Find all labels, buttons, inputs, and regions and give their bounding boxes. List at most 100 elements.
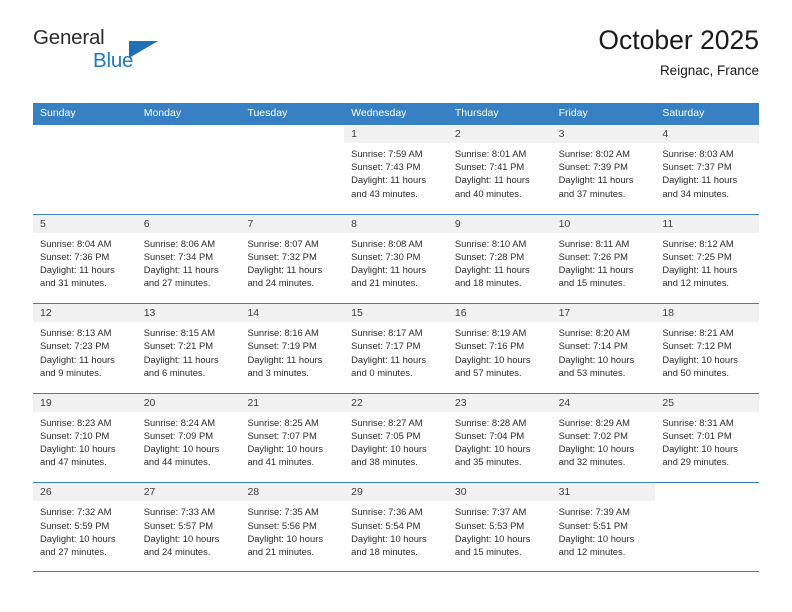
day-number: 22 — [344, 393, 448, 412]
day-info-line: Sunset: 7:23 PM — [40, 340, 110, 352]
day-info-line: Daylight: 10 hours — [454, 353, 531, 365]
calendar-day-cell[interactable]: 26 Sunrise: 7:32 AM Sunset: 5:59 PM Dayligh… — [33, 483, 137, 571]
calendar-day-cell[interactable]: 27 Sunrise: 7:33 AM Sunset: 5:57 PM Dayligh… — [136, 483, 241, 571]
calendar-day-cell[interactable]: 28 Sunrise: 7:35 AM Sunset: 5:56 PM Dayligh… — [240, 483, 345, 571]
day-info-line: and 44 minutes. — [143, 456, 211, 468]
day-info-line: Sunset: 5:57 PM — [143, 519, 214, 531]
calendar-day-cell[interactable]: 1 Sunrise: 7:59 AM Sunset: 7:43 PM Daylight… — [344, 125, 448, 214]
calendar-day-cell[interactable]: 12 Sunrise: 8:13 AM Sunset: 7:23 PM Dayligh… — [33, 304, 137, 393]
day-info-line: Sunrise: 7:33 AM — [143, 506, 216, 518]
day-info-line: Sunrise: 7:39 AM — [558, 506, 630, 518]
day-number: 26 — [33, 483, 137, 502]
day-sun-info: Sunrise: 7:39 AM Sunset: 5:51 PM Daylight:… — [552, 501, 656, 558]
day-info-line: Sunset: 7:25 PM — [662, 250, 732, 262]
day-info-line: and 0 minutes. — [351, 366, 413, 378]
calendar-day-cell[interactable]: 11 Sunrise: 8:12 AM Sunset: 7:25 PM Dayligh… — [655, 214, 760, 304]
calendar-day-cell-empty — [655, 483, 760, 571]
day-number: 31 — [551, 483, 656, 502]
day-info-line: Sunrise: 8:03 AM — [662, 148, 734, 159]
day-info-line: Sunrise: 8:16 AM — [247, 327, 319, 339]
calendar-day-cell[interactable]: 4 Sunrise: 8:03 AM Sunset: 7:37 PM Daylight… — [655, 125, 760, 214]
calendar-day-cell[interactable]: 3 Sunrise: 8:02 AM Sunset: 7:39 PM Daylight… — [551, 125, 656, 214]
calendar-day-cell[interactable]: 6 Sunrise: 8:06 AM Sunset: 7:34 PM Daylight… — [136, 214, 241, 304]
day-info-line: and 38 minutes. — [351, 456, 418, 468]
day-info-line: Sunrise: 8:08 AM — [351, 237, 423, 249]
calendar-day-cell[interactable]: 20 Sunrise: 8:24 AM Sunset: 7:09 PM Dayligh… — [136, 393, 241, 483]
calendar-day-cell[interactable]: 22 Sunrise: 8:27 AM Sunset: 7:05 PM Dayligh… — [344, 393, 448, 483]
calendar-day-cell[interactable]: 29 Sunrise: 7:36 AM Sunset: 5:54 PM Dayligh… — [344, 483, 448, 571]
day-info-line: and 41 minutes. — [247, 456, 315, 468]
day-info-line: Daylight: 10 hours — [662, 443, 738, 455]
day-info-line: Sunrise: 7:35 AM — [247, 506, 319, 518]
day-sun-info: Sunrise: 8:10 AM Sunset: 7:28 PM Daylight:… — [448, 233, 552, 290]
day-info-line: Sunset: 7:16 PM — [454, 340, 525, 352]
day-info-line: Sunset: 5:56 PM — [247, 519, 317, 531]
calendar-day-cell[interactable]: 13 Sunrise: 8:15 AM Sunset: 7:21 PM Dayligh… — [136, 304, 241, 393]
day-info-line: Daylight: 11 hours — [143, 353, 219, 365]
calendar-day-cell[interactable]: 23 Sunrise: 8:28 AM Sunset: 7:04 PM Dayligh… — [447, 393, 552, 483]
calendar-week-row: 1 Sunrise: 7:59 AM Sunset: 7:43 PM Daylight… — [33, 124, 760, 214]
calendar-day-cell[interactable]: 8 Sunrise: 8:08 AM Sunset: 7:30 PM Daylight… — [344, 214, 448, 304]
calendar-day-cell[interactable]: 31 Sunrise: 7:39 AM Sunset: 5:51 PM Dayligh… — [551, 483, 656, 571]
calendar-day-cell[interactable]: 19 Sunrise: 8:23 AM Sunset: 7:10 PM Dayligh… — [33, 393, 137, 483]
day-info-line: Daylight: 11 hours — [40, 264, 115, 275]
day-info-line: Daylight: 10 hours — [40, 443, 116, 455]
calendar-day-cell[interactable]: 2 Sunrise: 8:01 AM Sunset: 7:41 PM Daylight… — [447, 125, 552, 214]
day-sun-info: Sunrise: 8:23 AM Sunset: 7:10 PM Daylight:… — [33, 412, 137, 469]
calendar-day-cell[interactable]: 15 Sunrise: 8:17 AM Sunset: 7:17 PM Dayligh… — [344, 304, 448, 393]
calendar-weeks: 1 Sunrise: 7:59 AM Sunset: 7:43 PM Daylight… — [33, 124, 760, 572]
day-info-line: Daylight: 11 hours — [662, 174, 738, 186]
day-info-line: Daylight: 10 hours — [40, 532, 116, 544]
day-info-line: Daylight: 10 hours — [247, 443, 324, 455]
calendar-day-cell[interactable]: 18 Sunrise: 8:21 AM Sunset: 7:12 PM Dayligh… — [655, 304, 760, 393]
day-info-line: Sunset: 5:53 PM — [454, 519, 525, 531]
calendar-day-cell[interactable]: 17 Sunrise: 8:20 AM Sunset: 7:14 PM Dayligh… — [551, 304, 656, 393]
calendar-day-cell[interactable]: 5 Sunrise: 8:04 AM Sunset: 7:36 PM Daylight… — [33, 214, 137, 304]
day-info-line: Sunset: 7:19 PM — [247, 340, 317, 352]
day-info-line: and 57 minutes. — [454, 366, 522, 378]
day-sun-info: Sunrise: 8:24 AM Sunset: 7:09 PM Daylight:… — [137, 412, 241, 469]
weekday-header-tuesday: Tuesday — [247, 107, 288, 119]
day-info-line: Daylight: 10 hours — [351, 443, 427, 455]
day-info-line: Sunrise: 8:12 AM — [662, 237, 734, 249]
day-info-line: Sunrise: 7:36 AM — [351, 506, 423, 518]
day-sun-info: Sunrise: 8:29 AM Sunset: 7:02 PM Daylight:… — [552, 412, 656, 469]
day-sun-info: Sunrise: 7:33 AM Sunset: 5:57 PM Daylight:… — [137, 501, 241, 558]
calendar-day-cell[interactable]: 14 Sunrise: 8:16 AM Sunset: 7:19 PM Dayligh… — [240, 304, 345, 393]
logo-text-general: General — [33, 26, 105, 49]
calendar-day-cell[interactable]: 21 Sunrise: 8:25 AM Sunset: 7:07 PM Dayligh… — [240, 393, 345, 483]
calendar-day-cell[interactable]: 24 Sunrise: 8:29 AM Sunset: 7:02 PM Dayligh… — [551, 393, 656, 483]
day-info-line: Sunrise: 8:11 AM — [558, 237, 630, 249]
calendar-week-row: 26 Sunrise: 7:32 AM Sunset: 5:59 PM Dayligh… — [33, 482, 760, 572]
day-number: 13 — [136, 304, 241, 323]
day-info-line: Sunrise: 8:17 AM — [351, 327, 423, 339]
day-info-line: Sunrise: 7:59 AM — [351, 148, 423, 159]
day-sun-info: Sunrise: 8:15 AM Sunset: 7:21 PM Daylight:… — [137, 322, 241, 379]
day-info-line: Sunrise: 8:20 AM — [558, 327, 630, 339]
day-info-line: Sunrise: 8:21 AM — [662, 327, 734, 339]
day-sun-info: Sunrise: 8:16 AM Sunset: 7:19 PM Daylight:… — [240, 322, 344, 379]
day-number: 7 — [240, 214, 345, 233]
calendar-day-cell[interactable]: 10 Sunrise: 8:11 AM Sunset: 7:26 PM Dayligh… — [551, 214, 656, 304]
calendar-day-cell[interactable]: 30 Sunrise: 7:37 AM Sunset: 5:53 PM Dayligh… — [447, 483, 552, 571]
day-sun-info: Sunrise: 7:35 AM Sunset: 5:56 PM Daylight:… — [240, 501, 344, 558]
calendar-day-cell[interactable]: 16 Sunrise: 8:19 AM Sunset: 7:16 PM Dayligh… — [447, 304, 552, 393]
day-info-line: Sunrise: 8:06 AM — [143, 237, 216, 249]
day-sun-info: Sunrise: 8:31 AM Sunset: 7:01 PM Daylight:… — [655, 412, 759, 469]
day-info-line: and 9 minutes. — [40, 366, 102, 378]
day-number: 16 — [447, 304, 552, 323]
day-info-line: Sunset: 7:17 PM — [351, 340, 421, 352]
day-sun-info: Sunrise: 8:27 AM Sunset: 7:05 PM Daylight:… — [344, 412, 448, 469]
day-number: 1 — [344, 125, 448, 143]
day-number: 17 — [551, 304, 656, 323]
day-info-line: and 15 minutes. — [558, 277, 626, 289]
day-number: 19 — [33, 393, 137, 412]
day-info-line: Daylight: 10 hours — [662, 353, 738, 365]
calendar-day-cell[interactable]: 9 Sunrise: 8:10 AM Sunset: 7:28 PM Daylight… — [447, 214, 552, 304]
day-sun-info: Sunrise: 8:12 AM Sunset: 7:25 PM Daylight:… — [655, 233, 759, 290]
title-block: October 2025 Reignac, France — [598, 25, 759, 79]
day-number: 5 — [33, 214, 137, 233]
calendar-day-cell[interactable]: 7 Sunrise: 8:07 AM Sunset: 7:32 PM Daylight… — [240, 214, 345, 304]
day-info-line: and 15 minutes. — [454, 545, 522, 557]
calendar-day-cell[interactable]: 25 Sunrise: 8:31 AM Sunset: 7:01 PM Dayligh… — [655, 393, 760, 483]
